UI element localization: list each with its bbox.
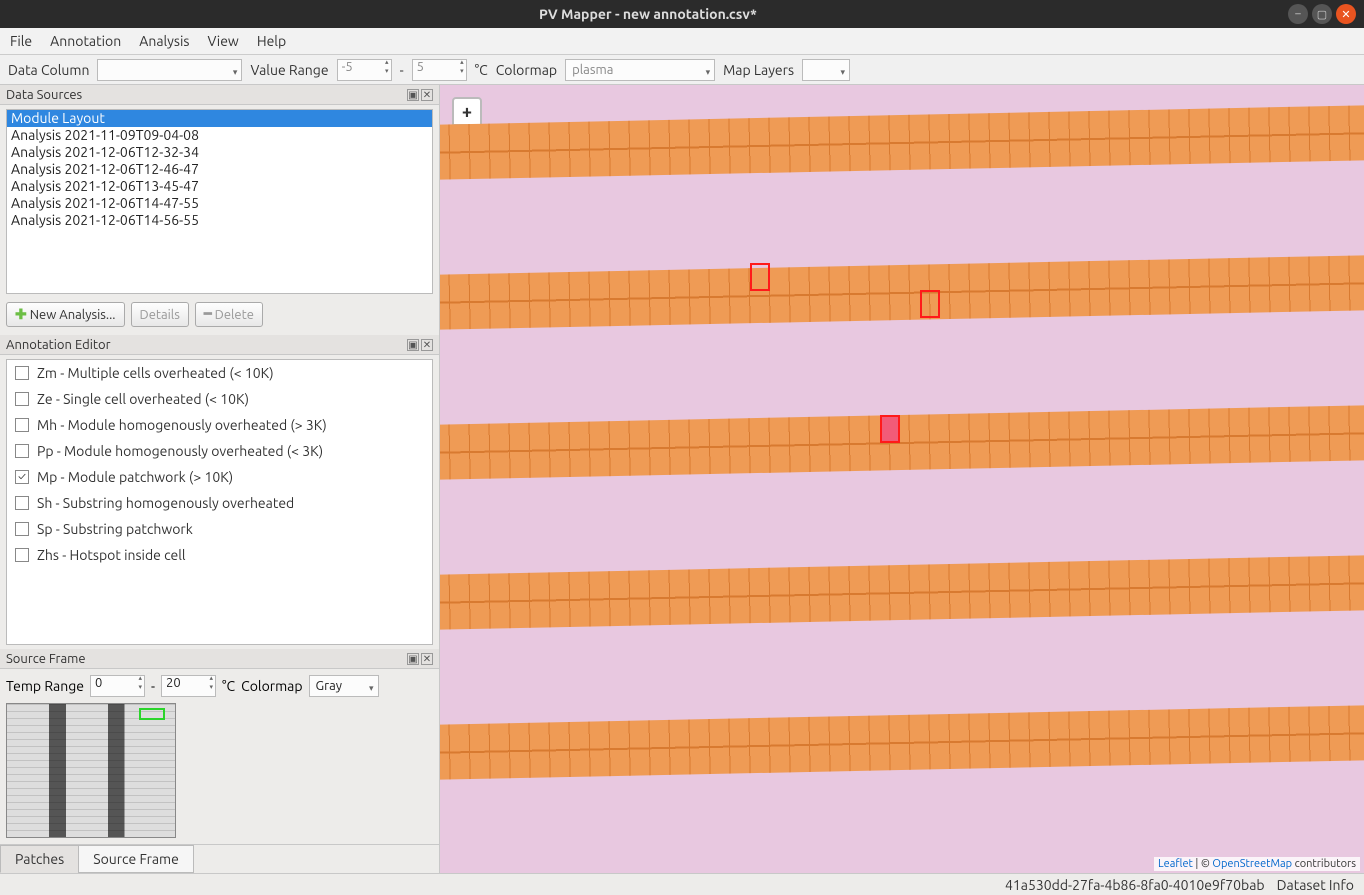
leaflet-link[interactable]: Leaflet (1158, 858, 1193, 870)
details-button[interactable]: Details (131, 302, 189, 327)
zoom-in-button[interactable]: + (454, 99, 480, 125)
checkbox[interactable] (15, 418, 29, 432)
map-layers-select[interactable] (802, 59, 850, 81)
list-item[interactable]: Module Layout (7, 110, 432, 127)
colormap-select[interactable]: plasma (565, 59, 715, 81)
window-title: PV Mapper - new annotation.csv* (8, 6, 1288, 22)
status-id: 41a530dd-27fa-4b86-8fa0-4010e9f70bab (1005, 877, 1265, 893)
annotation-label: Mh - Module homogenously overheated (> 3… (37, 417, 327, 433)
menubar: File Annotation Analysis View Help (0, 28, 1364, 55)
toolbar: Data Column Value Range -5 - 5 °C Colorm… (0, 55, 1364, 85)
menu-analysis[interactable]: Analysis (139, 33, 189, 49)
left-panel: Data Sources ▣✕ Module Layout Analysis 2… (0, 85, 440, 873)
maximize-button[interactable]: ▢ (1312, 4, 1332, 24)
data-column-select[interactable] (97, 59, 242, 81)
close-icon[interactable]: ✕ (421, 339, 433, 351)
tab-source-frame[interactable]: Source Frame (78, 845, 194, 873)
checkbox[interactable] (15, 548, 29, 562)
label-temp-range: Temp Range (6, 678, 84, 694)
status-label: Dataset Info (1277, 877, 1354, 893)
menu-file[interactable]: File (10, 33, 32, 49)
value-range-max[interactable]: 5 (412, 59, 467, 81)
label-map-layers: Map Layers (723, 62, 794, 78)
menu-view[interactable]: View (207, 33, 238, 49)
list-item[interactable]: Analysis 2021-12-06T14-47-55 (7, 195, 432, 212)
menu-annotation[interactable]: Annotation (50, 33, 121, 49)
value-range-min[interactable]: -5 (337, 59, 392, 81)
checkbox[interactable] (15, 522, 29, 536)
annotation-label: Mp - Module patchwork (> 10K) (37, 469, 233, 485)
checkbox[interactable] (15, 444, 29, 458)
unit-c: °C (475, 62, 488, 78)
checkbox[interactable]: ✓ (15, 470, 29, 484)
list-item[interactable]: Analysis 2021-11-09T09-04-08 (7, 127, 432, 144)
list-item[interactable]: Analysis 2021-12-06T13-45-47 (7, 178, 432, 195)
annotation-label: Pp - Module homogenously overheated (< 3… (37, 443, 323, 459)
checkbox[interactable] (15, 496, 29, 510)
checkbox[interactable] (15, 366, 29, 380)
data-sources-list[interactable]: Module Layout Analysis 2021-11-09T09-04-… (6, 109, 433, 294)
tab-patches[interactable]: Patches (0, 845, 79, 873)
annotation-label: Sp - Substring patchwork (37, 521, 193, 537)
menu-help[interactable]: Help (257, 33, 286, 49)
undock-icon[interactable]: ▣ (407, 339, 419, 351)
minimize-button[interactable]: – (1288, 4, 1308, 24)
thermal-preview (6, 703, 176, 838)
annotation-editor-header: Annotation Editor ▣✕ (0, 335, 439, 355)
sf-colormap-select[interactable]: Gray (309, 675, 379, 697)
temp-min[interactable]: 0 (90, 675, 145, 697)
bottom-tabs: Patches Source Frame (0, 844, 439, 873)
module-highlight[interactable] (750, 263, 770, 291)
minus-icon: ━ (204, 307, 212, 322)
list-item[interactable]: Analysis 2021-12-06T14-56-55 (7, 212, 432, 229)
annotation-label: Sh - Substring homogenously overheated (37, 495, 294, 511)
module-highlight[interactable] (920, 290, 940, 318)
source-frame-header: Source Frame ▣✕ (0, 649, 439, 669)
temp-max[interactable]: 20 (161, 675, 216, 697)
label-colormap: Colormap (496, 62, 557, 78)
undock-icon[interactable]: ▣ (407, 653, 419, 665)
annotation-list[interactable]: Zm - Multiple cells overheated (< 10K) Z… (6, 359, 433, 645)
label-data-column: Data Column (8, 62, 89, 78)
range-dash: - (400, 62, 404, 78)
annotation-label: Zm - Multiple cells overheated (< 10K) (37, 365, 274, 381)
list-item[interactable]: Analysis 2021-12-06T12-46-47 (7, 161, 432, 178)
checkbox[interactable] (15, 392, 29, 406)
map-attribution: Leaflet | © OpenStreetMap contributors (1154, 857, 1360, 871)
undock-icon[interactable]: ▣ (407, 89, 419, 101)
module-highlight[interactable] (880, 415, 900, 443)
map-view[interactable]: + − Leaflet | © OpenStreetMap contributo… (440, 85, 1364, 873)
annotation-label: Zhs - Hotspot inside cell (37, 547, 186, 563)
close-icon[interactable]: ✕ (421, 653, 433, 665)
close-icon[interactable]: ✕ (421, 89, 433, 101)
list-item[interactable]: Analysis 2021-12-06T12-32-34 (7, 144, 432, 161)
label-value-range: Value Range (250, 62, 328, 78)
osm-link[interactable]: OpenStreetMap (1212, 858, 1292, 870)
titlebar: PV Mapper - new annotation.csv* – ▢ ✕ (0, 0, 1364, 28)
data-sources-header: Data Sources ▣✕ (0, 85, 439, 105)
selection-box (139, 708, 165, 720)
annotation-label: Ze - Single cell overheated (< 10K) (37, 391, 249, 407)
new-analysis-button[interactable]: ✚New Analysis... (6, 302, 125, 327)
label-sf-colormap: Colormap (241, 678, 302, 694)
plus-icon: ✚ (15, 306, 27, 323)
statusbar: 41a530dd-27fa-4b86-8fa0-4010e9f70bab Dat… (0, 873, 1364, 895)
delete-button[interactable]: ━Delete (195, 302, 263, 327)
close-button[interactable]: ✕ (1336, 4, 1356, 24)
